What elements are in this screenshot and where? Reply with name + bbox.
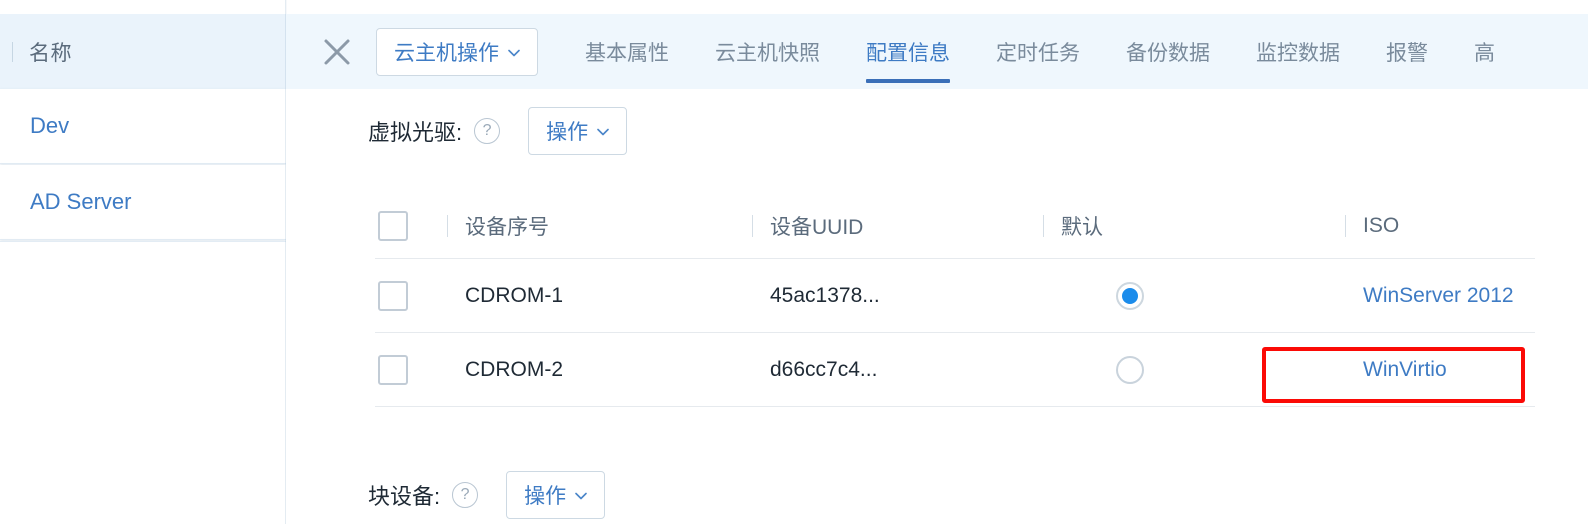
default-radio[interactable] xyxy=(1116,355,1144,384)
column-divider xyxy=(1345,214,1346,237)
app-screen: 名称 Dev AD Server 云主机操作 基本属性 云主机快照 配置信息 定… xyxy=(0,0,1588,524)
tab-bar: 云主机操作 基本属性 云主机快照 配置信息 定时任务 备份数据 监控数据 报警 … xyxy=(286,14,1588,89)
cloud-host-action-button[interactable]: 云主机操作 xyxy=(376,27,538,76)
tab-label: 报警 xyxy=(1386,41,1428,65)
cdrom-section-header: 虚拟光驱: ? 操作 xyxy=(368,107,628,155)
sidebar-header-label: 名称 xyxy=(29,41,72,65)
tab-scheduled-tasks[interactable]: 定时任务 xyxy=(973,14,1103,89)
tab-basic-properties[interactable]: 基本属性 xyxy=(562,14,692,89)
row-cell-select xyxy=(375,333,447,406)
row-checkbox[interactable] xyxy=(378,354,408,385)
question-mark-icon[interactable]: ? xyxy=(474,118,501,144)
sidebar-item-dev[interactable]: Dev xyxy=(0,89,286,164)
config-info-panel: 虚拟光驱: ? 操作 设备序号 设备UUID 默认 ISO CDROM-1 45… xyxy=(286,89,1588,524)
header-cell-default: 默认 xyxy=(1043,193,1345,258)
tab-label: 定时任务 xyxy=(996,41,1080,65)
iso-link[interactable]: WinVirtio xyxy=(1345,358,1447,382)
sidebar-panel: 名称 Dev AD Server xyxy=(0,0,286,524)
row-cell-select xyxy=(375,259,447,332)
header-label: 设备序号 xyxy=(465,215,549,239)
header-label: 默认 xyxy=(1061,215,1103,239)
header-cell-uuid: 设备UUID xyxy=(752,193,1043,258)
tab-config-info[interactable]: 配置信息 xyxy=(843,14,973,89)
default-radio-selected[interactable] xyxy=(1116,281,1144,310)
row-cell-serial: CDROM-2 xyxy=(447,333,752,406)
row-cell-iso: WinServer 2012 xyxy=(1345,259,1588,332)
column-divider xyxy=(752,214,753,237)
select-all-checkbox[interactable] xyxy=(378,210,408,241)
row-cell-iso: WinVirtio xyxy=(1345,333,1588,406)
table-row: CDROM-1 45ac1378... WinServer 2012 xyxy=(375,259,1535,333)
tab-list: 基本属性 云主机快照 配置信息 定时任务 备份数据 监控数据 报警 高 xyxy=(562,14,1588,89)
header-cell-select-all xyxy=(375,193,447,258)
device-uuid: 45ac1378... xyxy=(770,283,880,307)
chevron-down-icon xyxy=(508,46,520,58)
cdrom-section-label: 虚拟光驱: xyxy=(368,120,463,145)
row-cell-default xyxy=(1043,259,1345,332)
device-uuid: d66cc7c4... xyxy=(770,357,878,381)
question-mark-icon[interactable]: ? xyxy=(452,482,479,508)
close-icon[interactable] xyxy=(320,35,354,69)
tab-label: 云主机快照 xyxy=(715,41,820,65)
tab-label: 基本属性 xyxy=(585,41,669,65)
row-cell-default xyxy=(1043,333,1345,406)
tab-label: 配置信息 xyxy=(866,41,950,65)
row-cell-serial: CDROM-1 xyxy=(447,259,752,332)
tab-host-snapshot[interactable]: 云主机快照 xyxy=(692,14,843,89)
row-cell-uuid: d66cc7c4... xyxy=(752,333,1043,406)
blockdev-action-button[interactable]: 操作 xyxy=(506,471,606,519)
tab-advanced[interactable]: 高 xyxy=(1451,14,1518,89)
table-header-row: 设备序号 设备UUID 默认 ISO xyxy=(375,193,1535,259)
sidebar-header: 名称 xyxy=(0,14,286,89)
tab-backup-data[interactable]: 备份数据 xyxy=(1103,14,1233,89)
column-divider xyxy=(447,214,448,237)
header-label: 设备UUID xyxy=(770,215,864,239)
table-row: CDROM-2 d66cc7c4... WinVirtio xyxy=(375,333,1535,407)
column-divider xyxy=(1043,214,1044,237)
cloud-host-action-label: 云主机操作 xyxy=(394,41,499,65)
tab-label: 备份数据 xyxy=(1126,41,1210,65)
header-cell-iso: ISO xyxy=(1345,193,1588,258)
header-cell-serial: 设备序号 xyxy=(447,193,752,258)
tab-monitor-data[interactable]: 监控数据 xyxy=(1233,14,1363,89)
sidebar-item-label: AD Server xyxy=(30,189,132,214)
row-cell-uuid: 45ac1378... xyxy=(752,259,1043,332)
row-checkbox[interactable] xyxy=(378,280,408,311)
cdrom-action-button[interactable]: 操作 xyxy=(528,107,628,155)
sidebar-empty-area xyxy=(0,241,286,524)
blockdev-section-header: 块设备: ? 操作 xyxy=(368,471,606,519)
column-divider xyxy=(12,41,13,62)
sidebar-item-label: Dev xyxy=(30,113,70,138)
blockdev-action-label: 操作 xyxy=(524,485,567,508)
blockdev-section-label: 块设备: xyxy=(368,484,441,509)
iso-link[interactable]: WinServer 2012 xyxy=(1345,284,1514,308)
sidebar-item-ad-server[interactable]: AD Server xyxy=(0,165,286,240)
tab-alarm[interactable]: 报警 xyxy=(1363,14,1451,89)
chevron-down-icon xyxy=(597,125,609,137)
tab-label: 高 xyxy=(1474,41,1495,65)
header-label: ISO xyxy=(1363,213,1400,237)
cdrom-action-label: 操作 xyxy=(546,121,589,144)
device-serial: CDROM-2 xyxy=(465,357,563,381)
tab-label: 监控数据 xyxy=(1256,41,1340,65)
device-serial: CDROM-1 xyxy=(465,283,563,307)
cdrom-table: 设备序号 设备UUID 默认 ISO CDROM-1 45ac1378... W… xyxy=(375,193,1535,407)
chevron-down-icon xyxy=(575,489,587,501)
